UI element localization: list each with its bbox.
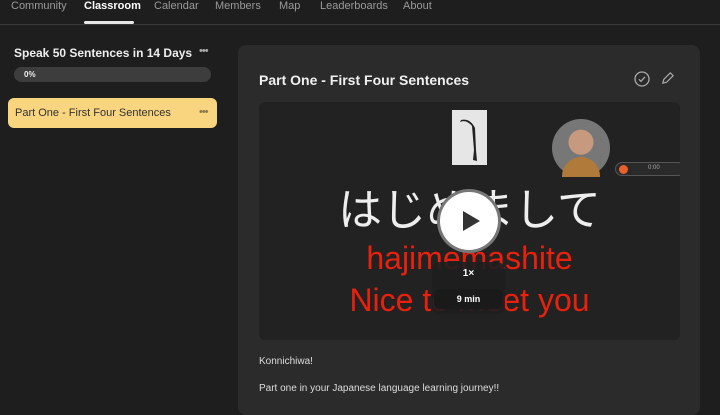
bowing-person-image [452,110,487,165]
video-player[interactable]: 0:00 はじめまして hajimemashite Nice to meet y… [259,102,680,340]
playback-info[interactable]: 1× 9 min [432,262,505,314]
webcam-bubble [552,119,610,177]
lesson-card: Part One - First Four Sentences 0:00 はじめ… [238,45,700,415]
sidebar-item-label: Part One - First Four Sentences [15,107,171,119]
lesson-body-line: Part one in your Japanese language learn… [259,383,500,394]
course-progress-bar: 0% [14,67,211,82]
tab-leaderboards[interactable]: Leaderboards [320,0,388,12]
tab-map[interactable]: Map [279,0,300,12]
tab-classroom[interactable]: Classroom [84,0,141,12]
pencil-icon[interactable] [660,71,675,86]
top-nav: Community Classroom Calendar Members Map… [0,0,720,25]
tab-members[interactable]: Members [215,0,261,12]
lesson-body-line: Konnichiwa! [259,356,313,367]
stop-record-icon[interactable] [619,165,628,174]
item-more-icon[interactable]: ••• [199,106,209,118]
sidebar-item-part-one[interactable]: Part One - First Four Sentences ••• [8,98,217,128]
tab-community[interactable]: Community [11,0,67,12]
course-more-icon[interactable]: ••• [199,45,209,57]
recorder-time: 0:00 [648,165,660,171]
tab-calendar[interactable]: Calendar [154,0,199,12]
lesson-title: Part One - First Four Sentences [259,72,470,88]
speed-label[interactable]: 1× [432,268,505,279]
duration-label: 9 min [434,289,503,309]
tab-about[interactable]: About [403,0,432,12]
progress-label: 0% [24,70,36,79]
check-circle-icon[interactable] [634,71,650,87]
active-tab-indicator [84,21,134,24]
play-button[interactable] [440,192,498,250]
course-title: Speak 50 Sentences in 14 Days [14,46,193,60]
